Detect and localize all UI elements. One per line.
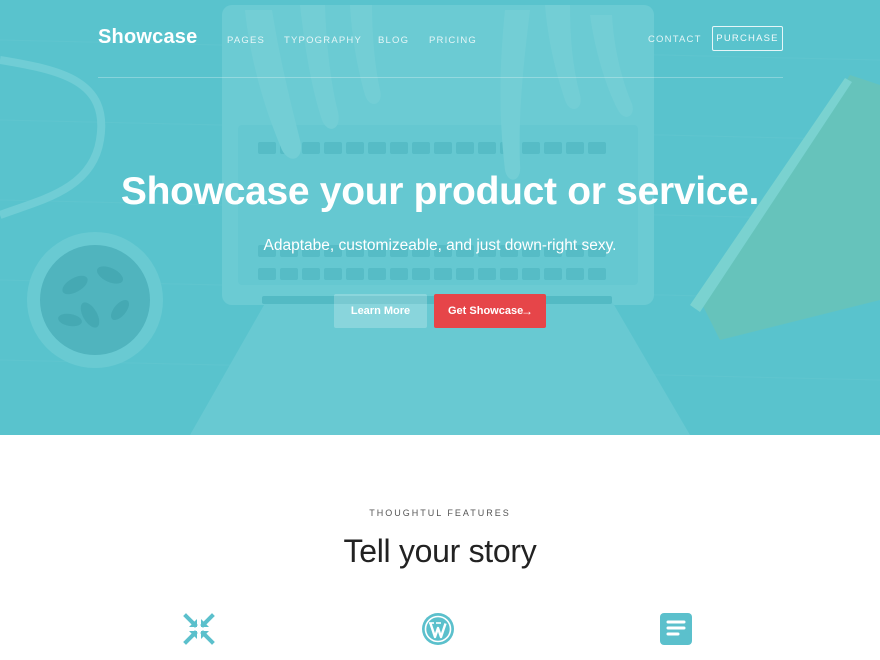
nav-link-contact[interactable]: CONTACT [648,34,702,45]
hero-subheadline: Adaptabe, customizeable, and just down-r… [263,237,617,254]
wordpress-icon [422,613,454,645]
nav-link-blog[interactable]: BLOG [378,35,409,46]
top-navigation: Showcase PAGES TYPOGRAPHY BLOG PRICING C… [98,24,783,78]
get-showcase-label: Get Showcase [448,305,524,317]
arrow-right-icon: → [521,304,533,318]
features-title: Tell your story [343,533,537,569]
nav-link-pages[interactable]: PAGES [227,35,265,46]
hero-headline: Showcase your product or service. [120,170,760,213]
compress-arrows-icon [183,613,215,645]
get-showcase-button[interactable]: Get Showcase → [434,294,546,328]
learn-more-button[interactable]: Learn More [334,294,427,328]
purchase-button[interactable]: PURCHASE [712,26,783,51]
hero-section: Showcase PAGES TYPOGRAPHY BLOG PRICING C… [0,0,880,435]
brand-logo[interactable]: Showcase [98,26,197,49]
features-eyebrow: THOUGHTUL FEATURES [369,508,511,518]
nav-link-typography[interactable]: TYPOGRAPHY [284,35,362,46]
document-icon [660,613,692,645]
nav-link-pricing[interactable]: PRICING [429,35,477,46]
